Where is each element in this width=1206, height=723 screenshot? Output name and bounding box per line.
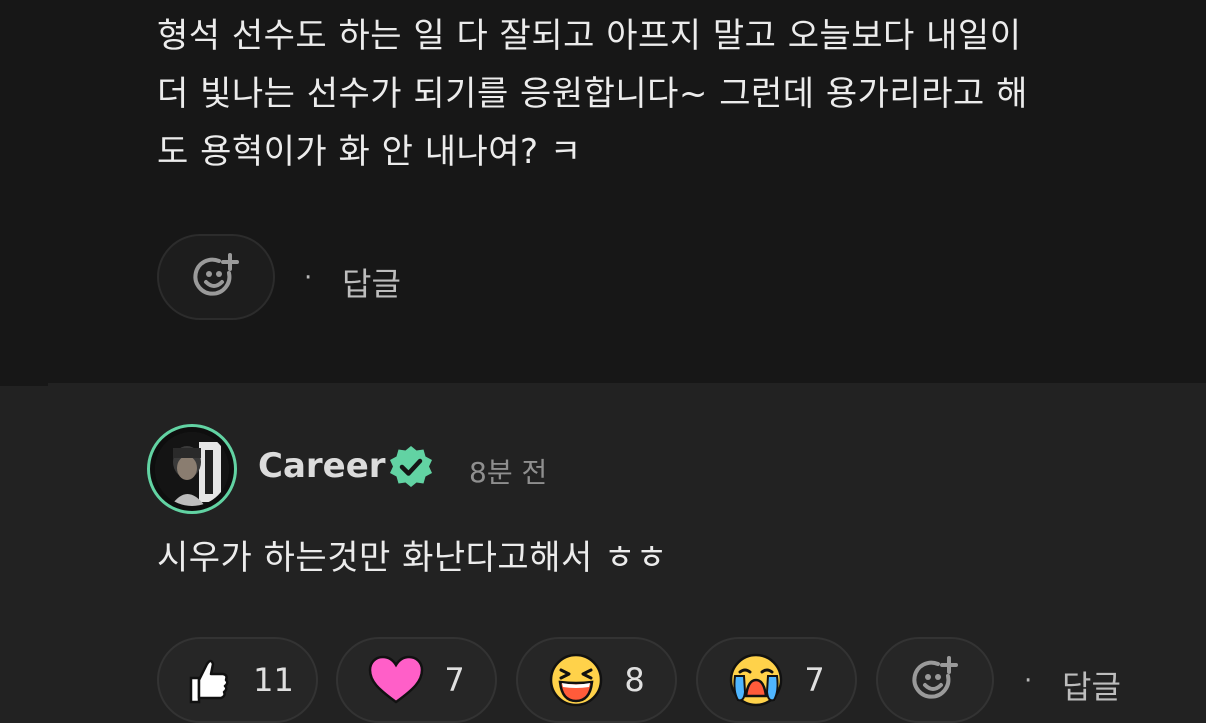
reaction-laughing-button[interactable]: 8 [516, 637, 677, 723]
reaction-count: 11 [253, 661, 294, 699]
separator-dot: · [1024, 666, 1033, 696]
laughing-face-icon [550, 653, 603, 707]
reaction-count: 8 [624, 661, 645, 699]
reply-button[interactable]: 답글 [342, 259, 401, 305]
reaction-count: 7 [444, 661, 465, 699]
timestamp: 8분 전 [469, 456, 548, 489]
reaction-count: 7 [804, 661, 825, 699]
verified-badge-icon [390, 446, 432, 487]
reply-button[interactable]: 답글 [1062, 662, 1121, 708]
username[interactable]: Career [258, 446, 386, 486]
avatar[interactable] [147, 424, 237, 514]
thumbs-up-icon [189, 659, 229, 704]
separator-dot: · [304, 263, 313, 293]
add-reaction-icon [193, 253, 239, 296]
reaction-heart-button[interactable]: 7 [336, 637, 497, 723]
comment-text: 시우가 하는것만 화난다고해서 ㅎㅎ [157, 538, 668, 578]
bottom-comment-section-edge [0, 386, 48, 723]
reaction-thumbs-up-button[interactable]: 11 [157, 637, 318, 723]
avatar-image [155, 432, 229, 506]
add-reaction-button[interactable] [157, 234, 275, 320]
reaction-crying-button[interactable]: 7 [696, 637, 857, 723]
add-reaction-button[interactable] [876, 637, 994, 723]
add-reaction-icon [912, 656, 958, 699]
crying-face-icon [730, 653, 783, 707]
comment-text: 형석 선수도 하는 일 다 잘되고 아프지 말고 오늘보다 내일이 더 빛나는 … [157, 16, 1028, 172]
heart-icon [369, 655, 424, 704]
